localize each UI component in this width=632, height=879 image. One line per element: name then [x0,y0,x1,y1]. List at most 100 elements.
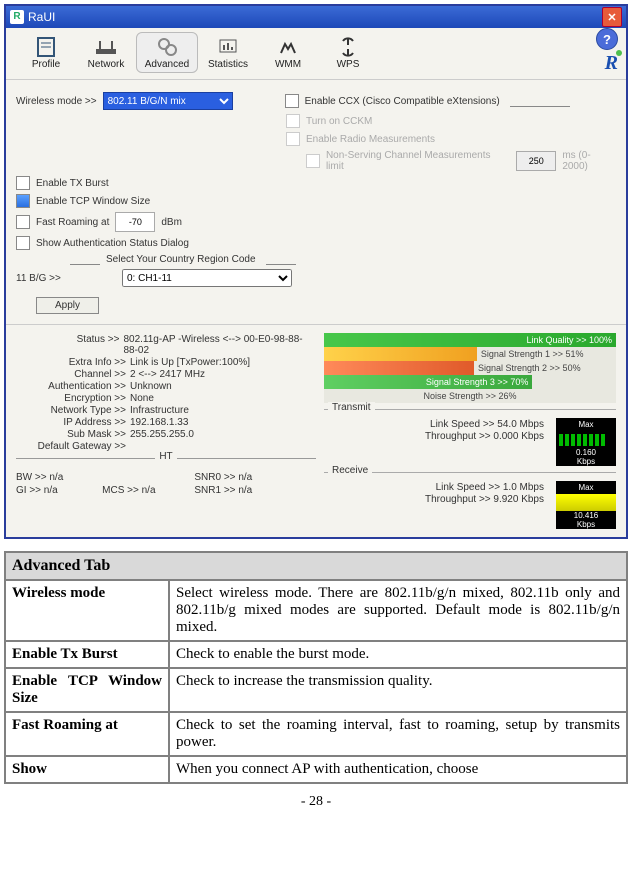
gw-k: Default Gateway >> [16,441,130,452]
tx-linkspeed: Link Speed >> 54.0 Mbps [324,419,550,430]
fast-roaming-label: Fast Roaming at [36,217,109,228]
page-number: - 28 - [0,794,632,810]
turn-cckm-label: Turn on CCKM [306,116,372,127]
network-icon [76,35,136,59]
nonserv-range: ms (0-2000) [562,150,616,172]
advanced-icon [137,35,197,59]
fast-roaming-input[interactable] [115,212,155,232]
tab-label: WMM [275,59,301,70]
tab-network[interactable]: Network [76,35,136,70]
advanced-panel: Wireless mode >> 802.11 B/G/N mix Enable… [6,80,626,325]
tab-wmm[interactable]: WMM [258,35,318,70]
profile-icon [16,35,76,59]
link-quality-bar: Link Quality >> 100% [324,333,616,347]
bg-select[interactable]: 0: CH1-11 [122,269,292,287]
apply-button[interactable]: Apply [36,297,99,314]
rx-monitor: Max 10.416Kbps [556,481,616,529]
status-v: 802.11g-AP -Wireless <--> 00-E0-98-88-88… [123,334,316,356]
turn-cckm-checkbox [286,114,300,128]
wireless-mode-select[interactable]: 802.11 B/G/N mix [103,92,233,110]
wmm-icon [258,35,318,59]
mask-v: 255.255.255.0 [130,429,194,440]
auth-k: Authentication >> [16,381,130,392]
show-auth-label: Show Authentication Status Dialog [36,238,189,249]
bw-k: BW >> [16,472,47,483]
tx-monitor: Max 0.160Kbps [556,418,616,466]
close-button[interactable]: ✕ [602,7,622,27]
fast-roaming-unit: dBm [161,217,182,228]
transmit-group: Transmit [324,409,616,410]
status-area: Status >>802.11g-AP -Wireless <--> 00-E0… [6,325,626,537]
ht-divider: HT [16,458,316,470]
row-val: Check to enable the burst mode. [169,641,627,668]
rx-linkspeed: Link Speed >> 1.0 Mbps [324,482,550,493]
tab-advanced[interactable]: Advanced [136,32,198,73]
extra-v: Link is Up [TxPower:100%] [130,357,250,368]
tab-label: Statistics [208,59,248,70]
auth-v: Unknown [130,381,172,392]
tab-profile[interactable]: Profile [16,35,76,70]
table-header: Advanced Tab [5,552,627,580]
tcp-window-checkbox[interactable] [16,194,30,208]
tx-throughput: Throughput >> 0.000 Kbps [324,431,550,442]
statistics-icon [198,35,258,59]
mcs-v: n/a [142,485,156,496]
app-icon: R [10,10,24,24]
row-key: Wireless mode [5,580,169,641]
gi-v: n/a [44,485,58,496]
receive-group: Receive [324,472,616,473]
bw-v: n/a [49,472,63,483]
enable-ccx-checkbox[interactable] [285,94,299,108]
enc-k: Encryption >> [16,393,130,404]
snr1-v: n/a [238,485,252,496]
net-k: Network Type >> [16,405,130,416]
row-key: Enable TCP Window Size [5,668,169,712]
tcp-window-label: Enable TCP Window Size [36,196,150,207]
main-toolbar: Profile Network Advanced Statistics WMM … [6,28,626,80]
row-val: When you connect AP with authentication,… [169,756,627,783]
show-auth-checkbox[interactable] [16,236,30,250]
row-val: Check to increase the transmission quali… [169,668,627,712]
wireless-mode-label: Wireless mode >> [16,96,97,107]
tab-label: WPS [337,59,360,70]
tab-label: Advanced [145,59,189,70]
signal-3-bar: Signal Strength 3 >> 70% [324,375,616,389]
enable-radio-checkbox [286,132,300,146]
screenshot-frame: R RaUI ✕ Profile Network Advanced Statis… [4,4,628,539]
extra-k: Extra Info >> [16,357,130,368]
tx-burst-checkbox[interactable] [16,176,30,190]
net-v: Infrastructure [130,405,189,416]
ccx-underline [510,96,570,107]
wps-icon [318,35,378,59]
fast-roaming-checkbox[interactable] [16,215,30,229]
titlebar: R RaUI ✕ [6,6,626,28]
ch-v: 2 <--> 2417 MHz [130,369,205,380]
region-line-right [266,254,296,265]
row-key: Fast Roaming at [5,712,169,756]
help-icon[interactable]: ? [596,28,618,50]
description-table: Advanced Tab Wireless modeSelect wireles… [4,551,628,784]
enc-v: None [130,393,154,404]
row-val: Check to set the roaming interval, fast … [169,712,627,756]
tab-wps[interactable]: WPS [318,35,378,70]
tab-statistics[interactable]: Statistics [198,35,258,70]
signal-1-bar: Signal Strength 1 >> 51% [324,347,616,361]
tab-label: Network [88,59,125,70]
nonserv-input [516,151,556,171]
enable-radio-label: Enable Radio Measurements [306,134,435,145]
ch-k: Channel >> [16,369,130,380]
status-k: Status >> [16,334,123,356]
region-label: Select Your Country Region Code [106,254,256,265]
rx-throughput: Throughput >> 9.920 Kbps [324,494,550,505]
window-title: RaUI [28,10,55,24]
nonserv-checkbox [306,154,320,168]
signal-2-bar: Signal Strength 2 >> 50% [324,361,616,375]
bg-label: 11 B/G >> [16,273,116,284]
enable-ccx-label: Enable CCX (Cisco Compatible eXtensions) [305,96,500,107]
ip-k: IP Address >> [16,417,130,428]
mask-k: Sub Mask >> [16,429,130,440]
tx-burst-label: Enable TX Burst [36,178,109,189]
snr0-v: n/a [238,472,252,483]
noise-bar: Noise Strength >> 26% [324,389,616,403]
nonserv-label: Non-Serving Channel Measurements limit [326,150,510,172]
